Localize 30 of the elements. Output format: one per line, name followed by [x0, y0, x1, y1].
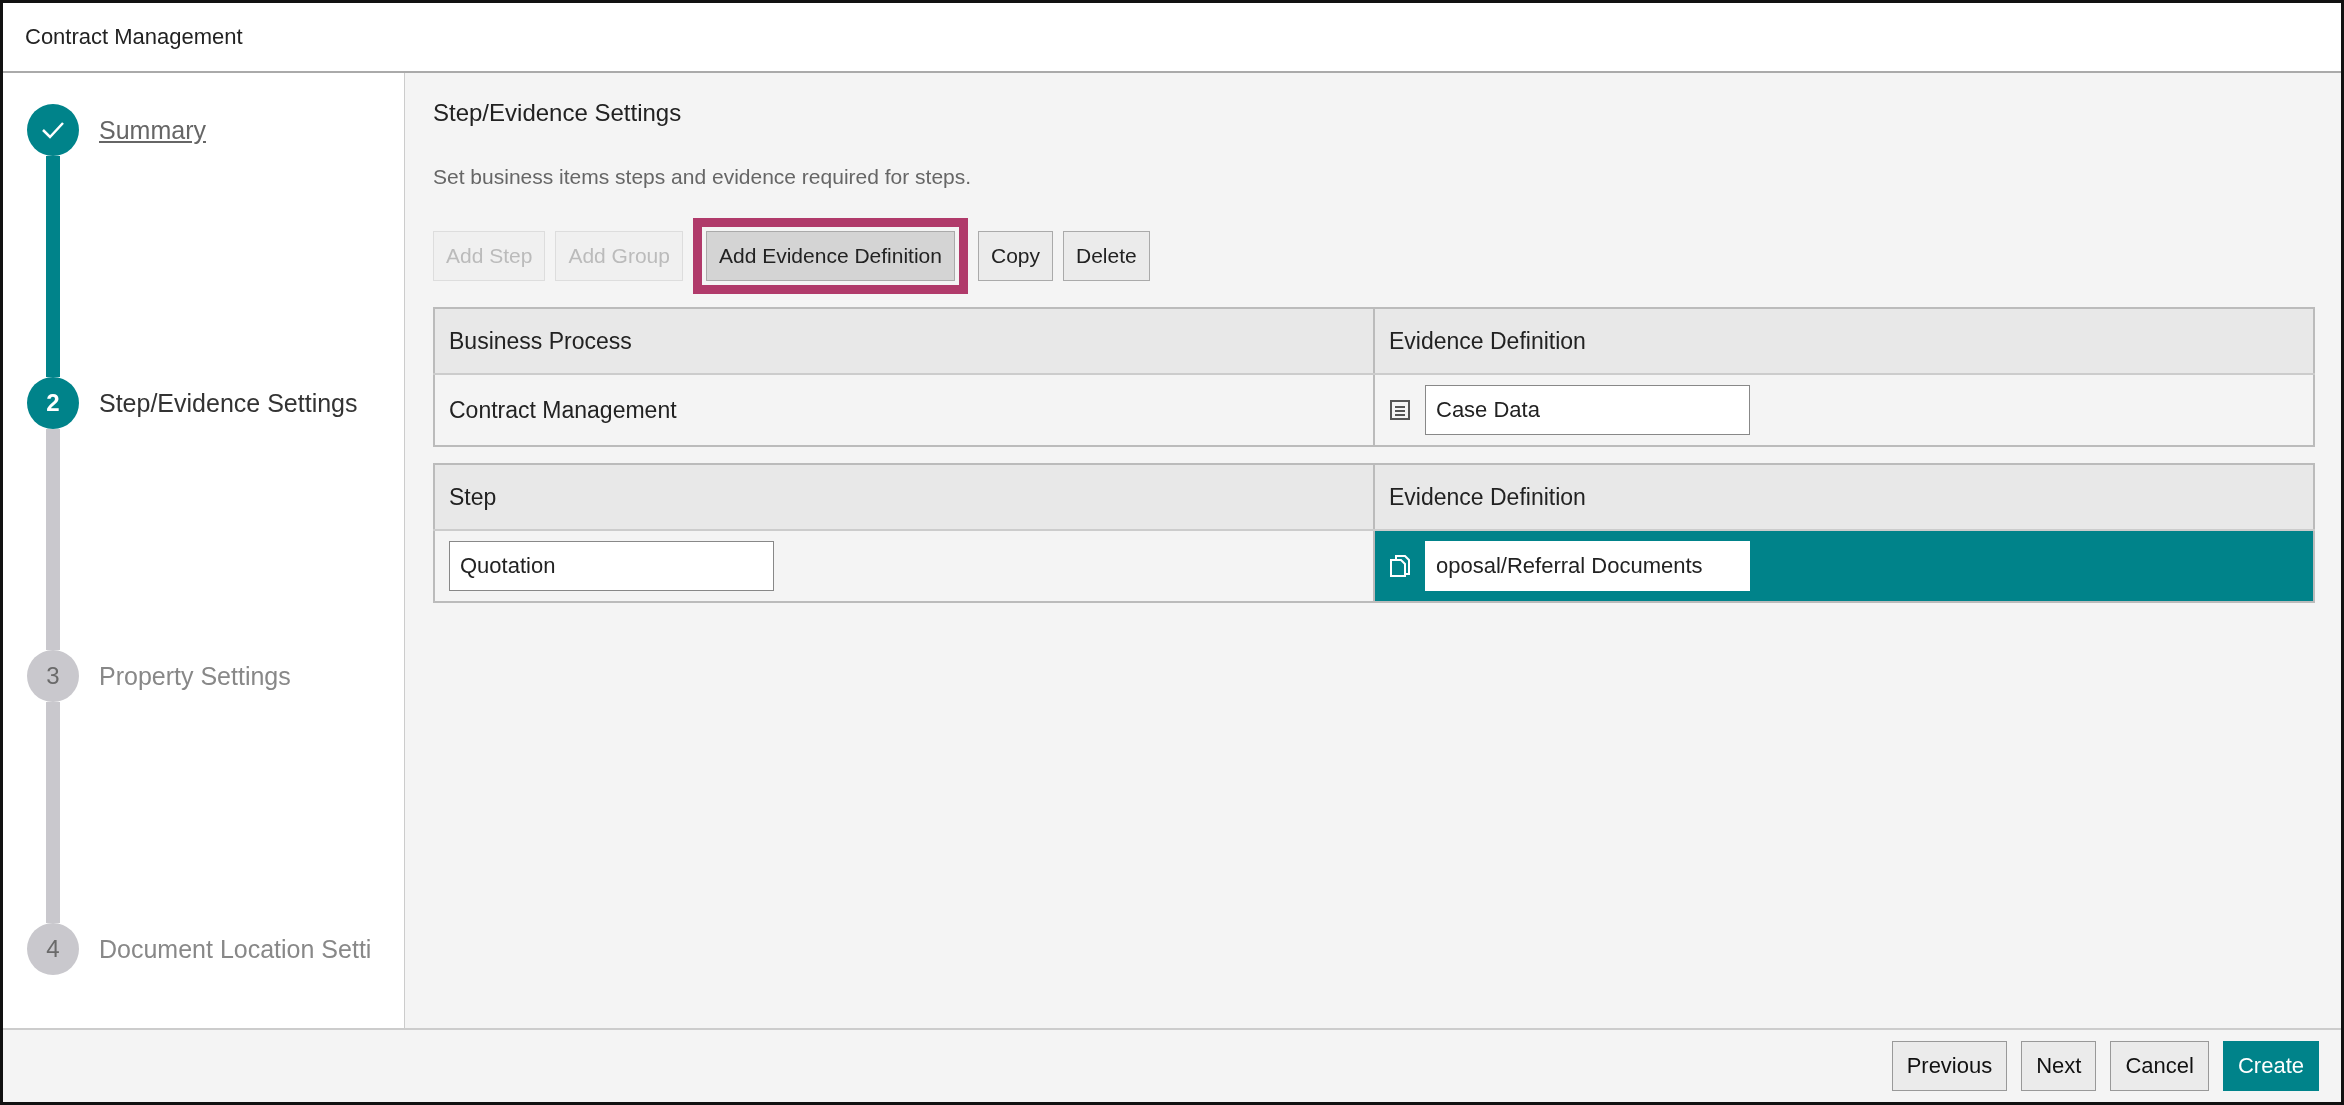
column-header: Evidence Definition [1374, 464, 2314, 530]
evidence-cell[interactable]: Case Data [1374, 374, 2314, 446]
column-header: Step [434, 464, 1374, 530]
step-number: 3 [46, 662, 60, 690]
step-name-field[interactable]: Quotation [449, 541, 774, 591]
step-label[interactable]: Summary [99, 115, 206, 145]
step-number: 4 [46, 935, 60, 963]
process-name: Contract Management [449, 396, 677, 423]
toolbar-button[interactable]: Delete [1063, 231, 1150, 281]
section-description: Set business items steps and evidence required for steps. [433, 165, 973, 189]
step-label: Step/Evidence Settings [99, 388, 358, 418]
column-header: Business Process [434, 308, 1374, 374]
step-number: 2 [46, 389, 60, 417]
window-title: Contract Management [25, 24, 243, 50]
step-label: Document Location Setti [99, 934, 372, 964]
column-header: Evidence Definition [1374, 308, 2314, 374]
evidence-field[interactable]: oposal/Referral Documents [1425, 541, 1750, 591]
check-icon [40, 120, 66, 140]
evidence-field[interactable]: Case Data [1425, 385, 1750, 435]
footer-button[interactable]: Next [2021, 1041, 2097, 1091]
footer-button[interactable]: Cancel [2110, 1041, 2209, 1091]
section-title: Step/Evidence Settings [433, 99, 683, 127]
footer-button[interactable]: Create [2222, 1041, 2319, 1091]
document-icon [1389, 554, 1411, 578]
step-label: Property Settings [99, 661, 291, 691]
list-icon [1389, 398, 1411, 422]
toolbar-button[interactable]: Copy [977, 231, 1053, 281]
footer-button[interactable]: Previous [1891, 1041, 2008, 1091]
toolbar-button[interactable]: Add Evidence Definition [706, 231, 955, 281]
evidence-cell[interactable]: oposal/Referral Documents [1374, 530, 2314, 602]
